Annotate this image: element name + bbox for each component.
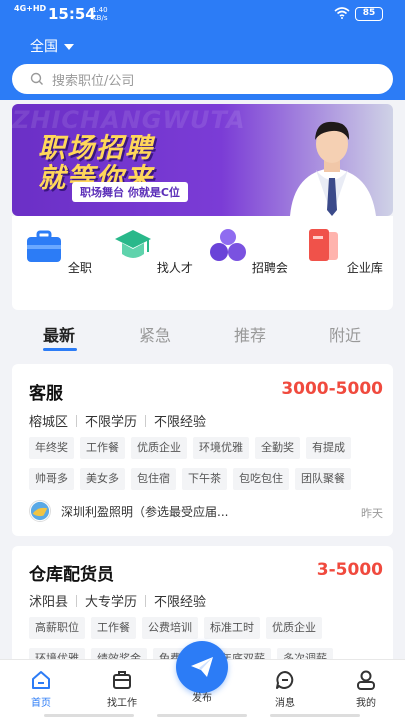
nav-find-jobs[interactable]: 找工作: [94, 668, 150, 709]
tab-nearby[interactable]: 附近: [329, 322, 361, 346]
job-tag: 包吃包住: [233, 468, 289, 490]
quick-link-label: 招聘会: [251, 261, 288, 275]
job-education: 大专学历: [85, 595, 138, 610]
search-icon: [30, 72, 43, 85]
job-tag: 工作餐: [80, 437, 125, 459]
job-tag: 优质企业: [131, 437, 187, 459]
company-info: 深圳利盈照明（参选最受应届...: [29, 500, 228, 522]
job-tag: 环境优雅: [193, 437, 249, 459]
tab-latest[interactable]: 最新: [43, 322, 75, 346]
divider: [76, 414, 78, 427]
company-logo: [29, 500, 51, 522]
company-name: 深圳利盈照明（参选最受应届...: [61, 504, 229, 519]
job-experience: 不限经验: [154, 415, 207, 430]
job-location: 榕城区: [29, 415, 69, 430]
job-salary: 3000-5000: [281, 379, 383, 399]
job-tag: 美女多: [80, 468, 125, 490]
briefcase-icon: [27, 230, 62, 262]
tab-recommended[interactable]: 推荐: [234, 322, 266, 346]
job-tag: 高薪职位: [29, 617, 85, 639]
job-meta: 榕城区 不限学历 不限经验: [29, 411, 206, 430]
nav-mine[interactable]: 我的: [338, 668, 394, 709]
job-tag: 工作餐: [91, 617, 136, 639]
job-tag: 年终奖: [29, 437, 74, 459]
job-meta: 沭阳县 大专学历 不限经验: [29, 591, 206, 610]
nav-home[interactable]: 首页: [13, 668, 69, 709]
gesture-bar: [44, 714, 134, 717]
region-label: 全国: [30, 39, 58, 55]
job-tag: 全勤奖: [255, 437, 300, 459]
post-date: 昨天: [361, 507, 383, 520]
status-time: 15:54: [48, 5, 96, 23]
quick-link-label: 全职: [67, 261, 92, 275]
tab-urgent[interactable]: 紧急: [139, 322, 171, 346]
search-placeholder: 搜索职位/公司: [52, 73, 135, 89]
paper-plane-icon: [191, 657, 213, 677]
briefcase-icon: [113, 671, 131, 689]
job-tag: 包住宿: [131, 468, 176, 490]
nav-messages[interactable]: 消息: [257, 668, 313, 709]
publish-label: 发布: [192, 693, 212, 704]
nav-label: 找工作: [107, 698, 137, 709]
user-icon: [357, 670, 375, 690]
active-tab-indicator: [43, 348, 77, 351]
search-input[interactable]: 搜索职位/公司: [12, 64, 393, 94]
caret-down-icon: [64, 44, 74, 50]
job-tag: 标准工时: [204, 617, 260, 639]
job-title: 客服: [29, 384, 63, 404]
publish-button[interactable]: [176, 641, 228, 693]
home-icon: [32, 671, 50, 689]
quick-link-find-talent[interactable]: 找人才: [113, 226, 193, 276]
graduation-cap-icon: [115, 230, 152, 258]
businessman-illustration: [290, 121, 376, 216]
job-card[interactable]: 客服 3000-5000 榕城区 不限学历 不限经验 年终奖 工作餐 优质企业 …: [12, 364, 393, 536]
quick-link-company-library[interactable]: 企业库: [303, 226, 383, 276]
documents-icon: [309, 229, 339, 261]
cluster-icon: [210, 229, 247, 261]
job-tag: 公费培训: [142, 617, 198, 639]
gesture-bar: [157, 714, 247, 717]
quick-link-label: 企业库: [346, 261, 383, 275]
divider: [76, 594, 78, 607]
job-tags: 年终奖 工作餐 优质企业 环境优雅 全勤奖 有提成: [29, 437, 351, 459]
job-tag: 团队聚餐: [295, 468, 351, 490]
network-speed-unit: KB/s: [92, 14, 108, 22]
job-tag: 有提成: [306, 437, 351, 459]
network-indicator: 4G+HD: [14, 4, 47, 13]
divider: [145, 594, 147, 607]
banner-subtitle: 职场舞台 你就是C位: [72, 182, 188, 202]
gesture-bar: [270, 714, 360, 717]
job-tags: 帅哥多 美女多 包住宿 下午茶 包吃包住 团队聚餐: [29, 468, 351, 490]
job-experience: 不限经验: [154, 595, 207, 610]
wifi-icon: [334, 7, 350, 19]
job-tag: 帅哥多: [29, 468, 74, 490]
message-icon: [276, 671, 294, 689]
divider: [145, 414, 147, 427]
quick-link-fulltime[interactable]: 全职: [18, 226, 98, 276]
battery-indicator: 85: [355, 7, 383, 21]
status-bar: 4G+HD 15:54 1.40 KB/s 85: [0, 0, 405, 28]
quick-link-label: 找人才: [156, 261, 193, 275]
network-speed-value: 1.40: [92, 6, 108, 14]
promo-banner[interactable]: ZHICHANGWUTA 职场招聘 就等你来 职场舞台 你就是C位: [12, 104, 393, 216]
network-speed: 1.40 KB/s: [92, 6, 108, 22]
quick-links-panel: 全职 找人才 招聘会 企业库: [12, 216, 393, 310]
job-education: 不限学历: [85, 415, 138, 430]
job-salary: 3-5000: [316, 560, 383, 580]
quick-link-job-fair[interactable]: 招聘会: [208, 226, 288, 276]
nav-label: 首页: [31, 698, 51, 709]
job-tag: 优质企业: [266, 617, 322, 639]
job-title: 仓库配货员: [29, 565, 114, 585]
job-tags: 高薪职位 工作餐 公费培训 标准工时 优质企业: [29, 617, 322, 639]
nav-label: 我的: [356, 698, 376, 709]
job-tabs: 最新 紧急 推荐 附近: [12, 314, 393, 352]
nav-label: 消息: [275, 698, 295, 709]
region-selector[interactable]: 全国: [30, 36, 74, 56]
job-tag: 下午茶: [182, 468, 227, 490]
job-location: 沭阳县: [29, 595, 69, 610]
